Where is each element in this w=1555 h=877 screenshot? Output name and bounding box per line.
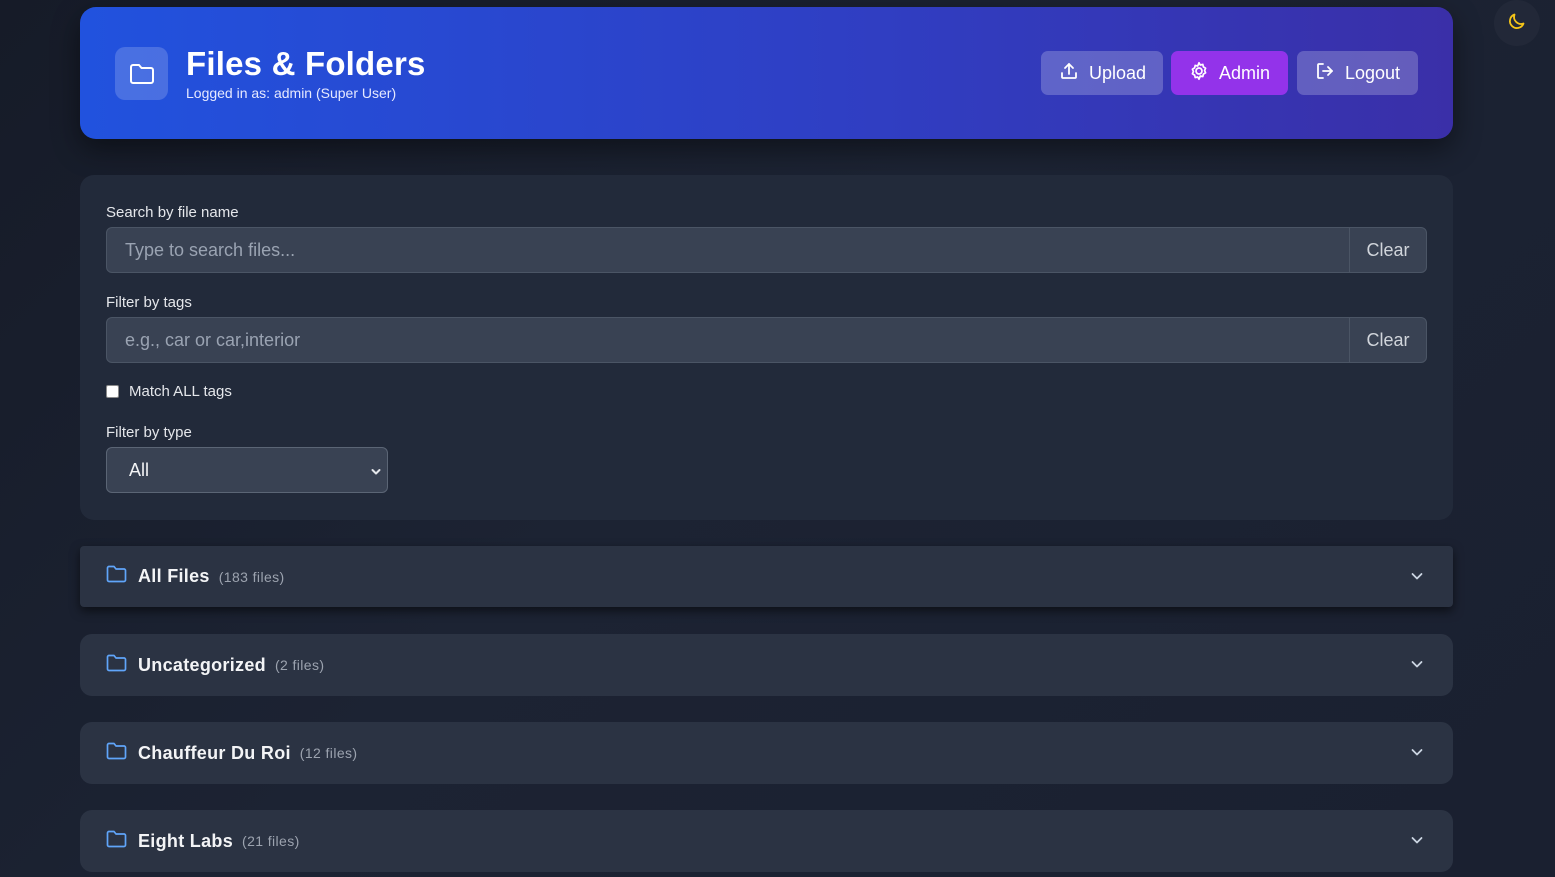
folder-name: Eight Labs bbox=[138, 830, 234, 851]
folder-row[interactable]: Uncategorized (2 files) bbox=[80, 634, 1453, 696]
folder-name: Uncategorized bbox=[138, 654, 266, 675]
search-label: Search by file name bbox=[106, 204, 239, 221]
gear-icon bbox=[1189, 61, 1209, 86]
chevron-down-icon[interactable] bbox=[1409, 832, 1425, 853]
page: Files & Folders Logged in as: admin (Sup… bbox=[0, 0, 1555, 877]
folder-icon bbox=[106, 654, 127, 677]
folder-icon bbox=[106, 830, 127, 853]
folder-row[interactable]: Chauffeur Du Roi (12 files) bbox=[80, 722, 1453, 784]
search-group: Clear bbox=[106, 227, 1427, 273]
theme-toggle-button[interactable] bbox=[1494, 0, 1540, 46]
tags-label: Filter by tags bbox=[106, 294, 192, 311]
search-input[interactable] bbox=[107, 228, 1349, 272]
match-all-checkbox[interactable] bbox=[106, 385, 119, 398]
folder-row[interactable]: Eight Labs (21 files) bbox=[80, 810, 1453, 872]
folder-count: (12 files) bbox=[299, 745, 358, 761]
folder-count: (183 files) bbox=[218, 568, 285, 585]
tags-group: Clear bbox=[106, 317, 1427, 363]
folder-count: (2 files) bbox=[274, 657, 325, 673]
match-all-row: Match ALL tags bbox=[106, 383, 232, 400]
logout-button[interactable]: Logout bbox=[1297, 51, 1418, 95]
admin-label: Admin bbox=[1219, 62, 1271, 83]
filter-panel: Search by file name Clear Filter by tags… bbox=[80, 175, 1453, 520]
folder-icon bbox=[106, 742, 127, 765]
search-clear-button[interactable]: Clear bbox=[1349, 228, 1426, 272]
logout-label: Logout bbox=[1345, 62, 1401, 83]
match-all-label: Match ALL tags bbox=[129, 383, 232, 400]
tags-clear-button[interactable]: Clear bbox=[1349, 318, 1426, 362]
admin-button[interactable]: Admin bbox=[1171, 51, 1288, 95]
upload-button[interactable]: Upload bbox=[1041, 51, 1163, 95]
app-header: Files & Folders Logged in as: admin (Sup… bbox=[80, 7, 1453, 139]
type-selected-value: All bbox=[129, 459, 150, 480]
logged-in-status: Logged in as: admin (Super User) bbox=[186, 85, 397, 101]
folder-name: Chauffeur Du Roi bbox=[138, 742, 291, 763]
chevron-down-icon[interactable] bbox=[1409, 568, 1425, 589]
upload-label: Upload bbox=[1089, 62, 1147, 83]
chevron-down-icon bbox=[371, 460, 381, 481]
upload-icon bbox=[1059, 61, 1079, 86]
folder-icon bbox=[106, 565, 127, 588]
folder-name: All Files bbox=[138, 566, 210, 586]
folder-count: (21 files) bbox=[242, 833, 300, 849]
chevron-down-icon[interactable] bbox=[1409, 744, 1425, 765]
folder-row[interactable]: All Files (183 files) bbox=[80, 546, 1453, 607]
logout-icon bbox=[1315, 61, 1335, 86]
page-title: Files & Folders bbox=[186, 45, 426, 82]
tags-input[interactable] bbox=[107, 318, 1349, 362]
type-label: Filter by type bbox=[106, 424, 192, 441]
chevron-down-icon[interactable] bbox=[1409, 656, 1425, 677]
moon-icon bbox=[1507, 11, 1527, 36]
type-select[interactable]: All bbox=[106, 447, 388, 493]
header-folder-icon bbox=[115, 47, 168, 100]
